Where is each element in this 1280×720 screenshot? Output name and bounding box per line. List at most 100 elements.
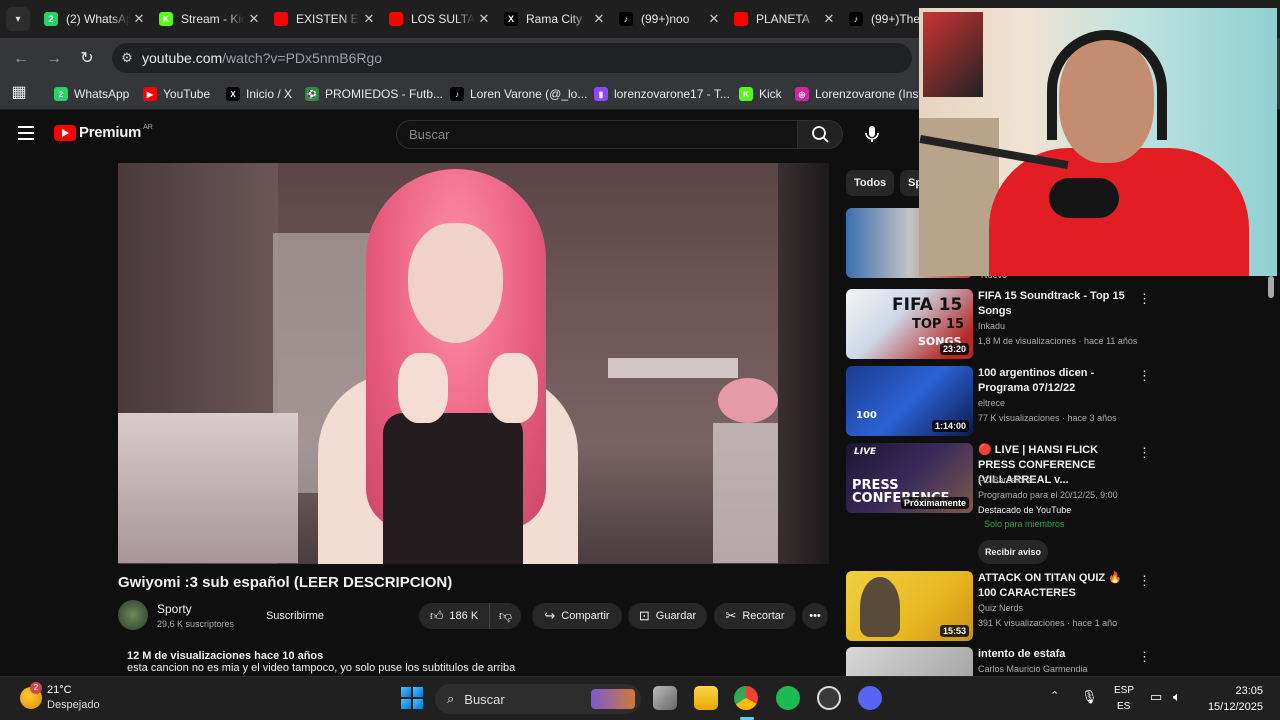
spotify-icon[interactable] — [776, 686, 800, 710]
bookmark-label: PROMIEDOS - Futb... — [325, 87, 444, 101]
video-frame-shelf — [608, 358, 738, 378]
menu-icon[interactable] — [18, 126, 34, 140]
url-text[interactable]: youtube.com/watch?v=PDx5nmB6Rgo — [142, 50, 382, 66]
chip-todos[interactable]: Todos — [846, 170, 895, 196]
recommendation-thumbnail[interactable]: LIVE PRESSCONFERENCE Próximamente — [846, 443, 973, 513]
tab-title: Rama City — [526, 12, 583, 26]
recommendation-item[interactable]: FIFA 15 TOP 15 SONGS 23:20 FIFA 15 Sound… — [846, 289, 1156, 361]
tab-search-icon[interactable]: ▾ — [6, 7, 30, 31]
youtube-premium-logo[interactable]: Premium AR — [54, 124, 153, 141]
file-explorer-icon[interactable] — [694, 686, 718, 710]
recommendation-thumbnail[interactable]: FIFA 15 TOP 15 SONGS 23:20 — [846, 289, 973, 359]
reload-icon[interactable]: ↻ — [76, 48, 98, 70]
recommendation-title[interactable]: 100 argentinos dicen - Programa 07/12/22 — [978, 366, 1136, 396]
clip-button[interactable]: ✂ Recortar — [714, 603, 796, 629]
browser-tab[interactable]: EXISTEN E ✕ — [266, 5, 384, 33]
bookmark-item[interactable]: ▮ lorenzovarone17 - T... — [594, 84, 730, 104]
keyboard-layout[interactable]: ES — [1117, 701, 1130, 712]
close-tab-icon[interactable]: ✕ — [590, 11, 608, 27]
bookmark-item[interactable]: X Inicio / X — [226, 84, 292, 104]
channel-avatar[interactable] — [118, 600, 148, 630]
bookmark-item[interactable]: ♪ Loren Varone (@_lo... — [450, 84, 587, 104]
browser-tab[interactable]: PLANETA ✕ — [726, 5, 844, 33]
more-vertical-icon[interactable]: ⋮ — [1138, 291, 1151, 307]
close-tab-icon[interactable]: ✕ — [130, 11, 148, 27]
weather-description[interactable]: Despejado — [47, 699, 100, 711]
more-vertical-icon[interactable]: ⋮ — [1138, 573, 1151, 589]
voice-search-icon[interactable] — [860, 122, 884, 146]
chrome-icon[interactable] — [734, 686, 758, 710]
video-frame-hand-right — [488, 353, 538, 423]
windows-start-icon[interactable] — [401, 687, 423, 709]
taskbar-search[interactable]: ⌕ Buscar — [435, 684, 641, 714]
recommendation-channel[interactable]: FC Barcelona — [978, 475, 1148, 485]
recommendation-channel[interactable]: Quiz Nerds — [978, 603, 1148, 613]
site-settings-icon[interactable]: ⚙ — [112, 50, 142, 66]
close-tab-icon[interactable]: ✕ — [475, 11, 493, 27]
temperature[interactable]: 21°C — [47, 684, 72, 696]
recommendation-item[interactable]: LIVE PRESSCONFERENCE Próximamente 🔴 LIVE… — [846, 443, 1156, 564]
dislike-button[interactable]: 👎︎ — [489, 603, 521, 629]
recommendation-channel[interactable]: eltrece — [978, 398, 1148, 408]
recommendation-item[interactable]: 15:53 ATTACK ON TITAN QUIZ 🔥 100 CARACTE… — [846, 571, 1156, 643]
recommendation-channel[interactable]: Carlos Mauricio Garmendia — [978, 664, 1148, 674]
share-button[interactable]: ↪ Compartir — [532, 603, 622, 629]
browser-tab[interactable]: K Stream - Kick✕ — [151, 5, 269, 33]
recommendation-title[interactable]: FIFA 15 Soundtrack - Top 15 Songs — [978, 289, 1136, 319]
browser-tab[interactable]: ♪ (99+)noo ✕ — [611, 5, 729, 33]
search-input[interactable]: Buscar — [396, 120, 798, 149]
recommendation-channel[interactable]: Inkadu — [978, 321, 1148, 331]
recommendation-item[interactable]: 100 1:14:00 100 argentinos dicen - Progr… — [846, 366, 1156, 438]
channel-name[interactable]: Sporty — [157, 602, 192, 616]
clock-date[interactable]: 15/12/2025 — [1190, 701, 1263, 713]
recommendation-item[interactable]: intento de estafa Carlos Mauricio Garmen… — [846, 647, 1156, 676]
recommendation-title[interactable]: intento de estafa — [978, 647, 1136, 662]
close-tab-icon[interactable]: ✕ — [820, 11, 838, 27]
more-vertical-icon[interactable]: ⋮ — [1138, 649, 1151, 665]
x-icon: X — [504, 12, 518, 26]
bookmark-item[interactable]: K Kick — [739, 84, 782, 104]
members-only-label: Solo para miembros — [984, 519, 1065, 529]
notify-button[interactable]: Recibir aviso — [978, 540, 1048, 564]
save-button[interactable]: ⊡ Guardar — [628, 603, 707, 629]
clock-time[interactable]: 23:05 — [1205, 685, 1263, 697]
microphone-icon[interactable]: 🎙︎ — [1081, 689, 1098, 705]
recommendation-title[interactable]: ATTACK ON TITAN QUIZ 🔥 100 CARACTERES — [978, 571, 1136, 601]
browser-tab[interactable]: LOS SULTANES✕ — [381, 5, 499, 33]
subscribe-button[interactable]: Suscribirme — [254, 603, 336, 629]
task-view-icon[interactable] — [653, 686, 677, 710]
bookmark-item[interactable]: ⚽ PROMIEDOS - Futb... — [305, 84, 443, 104]
subscribe-label: Suscribirme — [265, 610, 325, 622]
whatsapp-icon: 2 — [44, 12, 58, 26]
discord-icon[interactable] — [858, 686, 882, 710]
recommendation-thumbnail[interactable] — [846, 647, 973, 676]
apps-grid-icon[interactable]: ▦ — [8, 82, 30, 104]
recommendation-thumbnail[interactable]: 15:53 — [846, 571, 973, 641]
sidebar-scrollbar[interactable] — [1268, 276, 1274, 298]
bookmark-item[interactable]: ◎ Lorenzovarone (Inst... — [795, 84, 932, 104]
forward-arrow-icon[interactable]: → — [43, 48, 65, 70]
close-tab-icon[interactable]: ✕ — [245, 11, 263, 27]
network-icon[interactable]: ▭ — [1150, 689, 1162, 705]
close-tab-icon[interactable]: ✕ — [360, 11, 378, 27]
like-button[interactable]: 👍︎ 186 K — [419, 603, 489, 629]
kick-icon: K — [159, 12, 173, 26]
browser-tab[interactable]: X Rama City ✕ — [496, 5, 614, 33]
recommendation-thumbnail[interactable]: 100 1:14:00 — [846, 366, 973, 436]
obs-icon[interactable] — [817, 686, 841, 710]
browser-tab[interactable]: 2 (2) WhatsApp✕ — [36, 5, 154, 33]
bookmark-item[interactable]: ▶ YouTube — [143, 84, 210, 104]
language-indicator[interactable]: ESP — [1114, 685, 1134, 696]
video-duration: 15:53 — [939, 625, 969, 637]
chevron-up-icon[interactable]: ⌃ — [1050, 689, 1059, 702]
more-vertical-icon[interactable]: ⋮ — [1138, 445, 1151, 461]
back-arrow-icon[interactable]: ← — [10, 48, 32, 70]
search-button[interactable] — [797, 120, 843, 149]
video-player[interactable] — [118, 163, 829, 564]
close-tab-icon[interactable]: ✕ — [705, 11, 723, 27]
more-vertical-icon[interactable]: ⋮ — [1138, 368, 1151, 384]
address-bar[interactable]: ⚙ youtube.com/watch?v=PDx5nmB6Rgo — [112, 43, 912, 73]
volume-icon[interactable]: 🔈︎ — [1173, 689, 1181, 705]
more-actions-button[interactable]: ••• — [802, 603, 828, 629]
bookmark-item[interactable]: 2 WhatsApp — [54, 84, 129, 104]
